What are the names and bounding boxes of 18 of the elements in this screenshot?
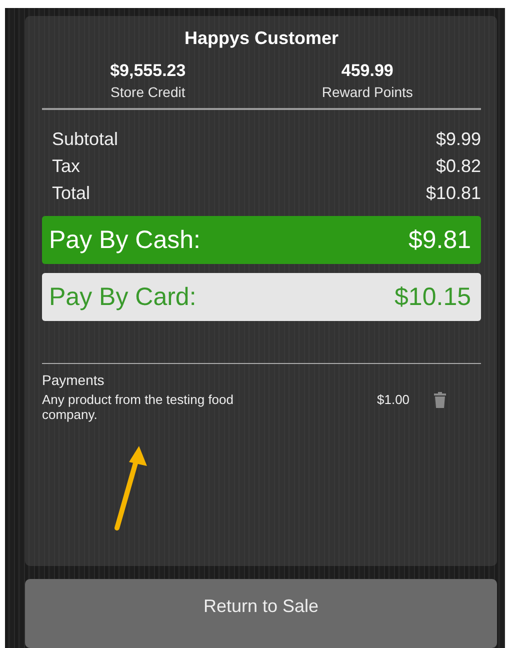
total-label: Total — [52, 182, 90, 205]
payments-title: Payments — [42, 372, 106, 388]
stat-label: Reward Points — [322, 84, 413, 100]
payment-amount: $1.00 — [377, 392, 410, 407]
trash-icon[interactable] — [434, 392, 446, 408]
return-to-sale-button[interactable]: Return to Sale — [25, 579, 497, 648]
stat-value: 459.99 — [341, 61, 394, 81]
total-amount: $9.99 — [436, 128, 481, 151]
total-amount: $10.81 — [426, 182, 481, 205]
total-amount: $0.82 — [436, 155, 481, 178]
pay-option-button[interactable]: Pay By Card: $10.15 — [42, 273, 481, 321]
total-label: Tax — [52, 155, 80, 178]
stat-label: Store Credit — [110, 84, 186, 100]
pay-option-button[interactable]: Pay By Cash: $9.81 — [42, 216, 481, 264]
stat-value: $9,555.23 — [110, 61, 186, 81]
customer-name: Happys Customer — [184, 28, 339, 49]
total-label: Subtotal — [52, 128, 118, 151]
payment-description: Any product from the testing food company. — [42, 392, 234, 422]
